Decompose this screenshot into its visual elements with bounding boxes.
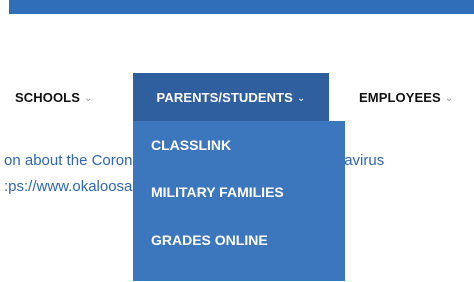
parents-students-dropdown-menu: CLASSLINK MILITARY FAMILIES GRADES ONLIN… [133,121,345,281]
nav-item-parents-students[interactable]: PARENTS/STUDENTS ⌄ [133,73,329,121]
nav-item-schools[interactable]: SCHOOLS ⌄ [15,73,92,121]
nav-item-label: SCHOOLS [15,89,80,105]
dropdown-item-military-families[interactable]: MILITARY FAMILIES [151,184,284,200]
nav-item-employees[interactable]: EMPLOYEES ⌄ [359,73,453,121]
main-navigation: SCHOOLS ⌄ PARENTS/STUDENTS ⌄ EMPLOYEES ⌄ [0,73,474,121]
dropdown-item-grades-online[interactable]: GRADES ONLINE [151,232,268,248]
top-accent-bar [9,0,474,14]
nav-item-label: EMPLOYEES [359,89,441,105]
chevron-down-icon: ⌄ [83,92,93,104]
chevron-down-icon: ⌄ [296,92,306,104]
chevron-down-icon: ⌄ [444,92,454,104]
dropdown-item-classlink[interactable]: CLASSLINK [151,137,231,153]
nav-item-label: PARENTS/STUDENTS [156,89,293,105]
